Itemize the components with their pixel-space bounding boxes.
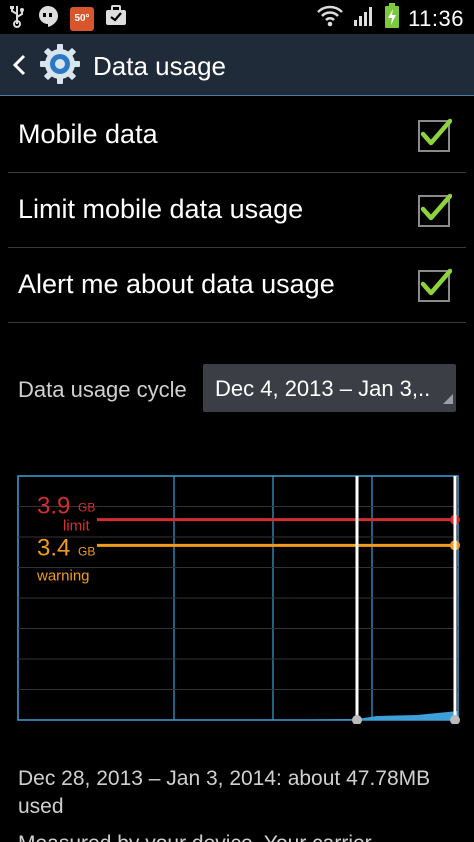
alert-data-usage-checkbox[interactable] [418, 268, 453, 302]
limit-mobile-data-checkbox[interactable] [418, 193, 453, 227]
briefcase-icon [104, 4, 128, 33]
alert-data-usage-row[interactable]: Alert me about data usage [0, 247, 474, 322]
selection-start-handle [352, 715, 362, 725]
limit-mobile-data-label: Limit mobile data usage [18, 194, 304, 224]
hangouts-icon [36, 4, 60, 33]
wifi-icon [316, 4, 344, 33]
limit-mobile-data-row[interactable]: Limit mobile data usage [0, 172, 474, 247]
status-clock: 11:36 [408, 5, 464, 31]
usage-area [267, 711, 458, 720]
usb-icon [8, 4, 26, 33]
weather-icon: 50° [70, 6, 94, 31]
data-usage-cycle-spinner[interactable]: Dec 4, 2013 – Jan 3,.. [203, 364, 456, 412]
action-bar: Data usage [0, 34, 474, 96]
mobile-data-row[interactable]: Mobile data [0, 97, 474, 172]
signal-icon [352, 4, 376, 33]
settings-gear-icon[interactable] [38, 42, 82, 91]
divider [8, 322, 466, 323]
warning-unit: GB [78, 544, 95, 558]
alert-data-usage-label: Alert me about data usage [18, 269, 335, 299]
mobile-data-checkbox[interactable] [418, 118, 453, 152]
battery-charging-icon [384, 3, 400, 34]
warning-label: warning [36, 567, 90, 584]
data-usage-cycle-value: Dec 4, 2013 – Jan 3,.. [215, 376, 431, 401]
status-bar: 50° 11:36 [0, 0, 474, 34]
limit-value: 3.9 [37, 493, 70, 520]
spinner-corner-icon [443, 391, 453, 409]
back-chevron-icon[interactable] [10, 53, 28, 82]
limit-label: limit [63, 518, 90, 535]
carrier-note: Measured by your device. Your carrier [18, 832, 372, 842]
page-title: Data usage [93, 51, 226, 81]
data-usage-cycle-label: Data usage cycle [18, 377, 187, 402]
warning-value: 3.4 [37, 534, 70, 561]
mobile-data-label: Mobile data [18, 119, 158, 149]
data-usage-chart[interactable]: 3.9 GB limit 3.4 GB warning [17, 474, 460, 725]
limit-unit: GB [78, 501, 95, 515]
usage-summary: Dec 28, 2013 – Jan 3, 2014: about 47.78M… [18, 767, 431, 818]
